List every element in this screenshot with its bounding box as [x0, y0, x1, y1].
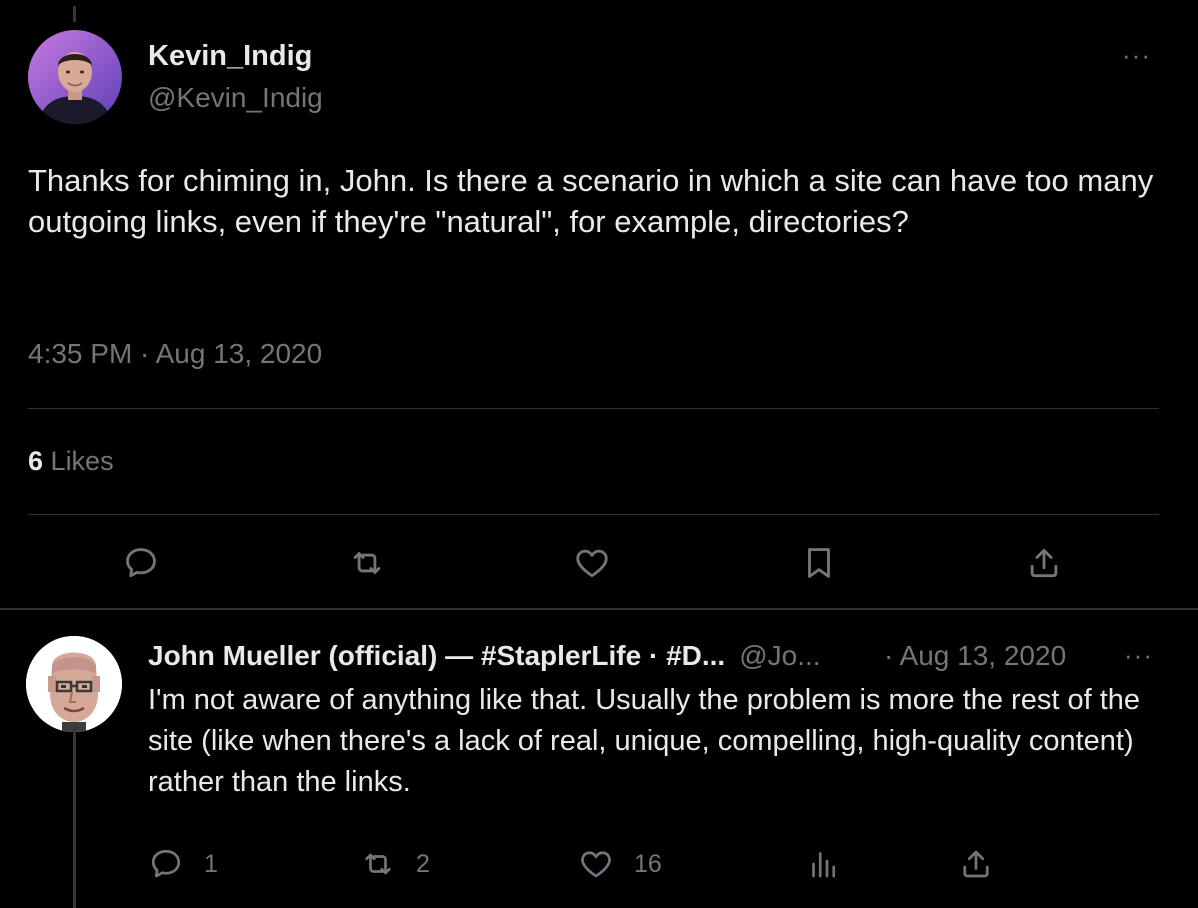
share-button[interactable] [1022, 541, 1066, 585]
reply-more-options-icon[interactable]: ··· [1124, 640, 1153, 671]
reply-retweet-button[interactable]: 2 [360, 846, 430, 882]
reply-share-button[interactable] [958, 846, 994, 882]
retweet-icon [365, 853, 391, 875]
like-count: 16 [634, 849, 662, 878]
reply-author-avatar[interactable] [26, 636, 122, 732]
author-handle[interactable]: @Kevin_Indig [148, 82, 323, 114]
author-avatar[interactable] [28, 30, 122, 124]
reply-button[interactable] [119, 541, 163, 585]
reply-icon [151, 849, 181, 878]
share-icon [963, 850, 989, 878]
author-name[interactable]: Kevin_Indig [148, 40, 312, 73]
retweet-button[interactable] [345, 541, 389, 585]
like-button[interactable] [570, 541, 614, 585]
reply-analytics-button[interactable] [806, 846, 842, 882]
reply-count: 1 [204, 849, 218, 878]
likes-count: 6 [28, 446, 44, 476]
retweet-count: 2 [416, 849, 430, 878]
reply-header: John Mueller (official) — #StaplerLife ·… [148, 640, 1066, 672]
reply-author-name[interactable]: John Mueller (official) — #StaplerLife ·… [148, 640, 725, 671]
tweet-thread: Kevin_Indig @Kevin_Indig ··· Thanks for … [0, 0, 1198, 908]
avatar-photo-kevin [28, 30, 122, 124]
reply-date[interactable]: · Aug 13, 2020 [884, 640, 1066, 672]
analytics-icon [812, 852, 836, 878]
thread-connector-top [73, 6, 76, 22]
avatar-pixel-portrait [26, 636, 122, 732]
reply-author-handle[interactable]: @Jo... [739, 640, 820, 671]
section-divider [0, 608, 1198, 610]
like-icon [576, 549, 608, 578]
thread-connector-bottom [73, 728, 76, 908]
reply-text: I'm not aware of anything like that. Usu… [148, 684, 1141, 798]
bookmark-icon [808, 548, 830, 578]
reply-icon [126, 548, 156, 578]
likes-stat[interactable]: 6 Likes [28, 446, 114, 477]
like-icon [581, 851, 611, 878]
divider [28, 514, 1159, 515]
more-options-icon[interactable]: ··· [1122, 40, 1151, 71]
reply-reply-button[interactable]: 1 [148, 846, 218, 882]
tweet-text: Thanks for chiming in, John. Is there a … [28, 163, 1154, 239]
reply-like-button[interactable]: 16 [578, 846, 662, 882]
likes-label: Likes [50, 446, 114, 476]
bookmark-button[interactable] [797, 541, 841, 585]
tweet-timestamp[interactable]: 4:35 PM · Aug 13, 2020 [28, 338, 322, 370]
retweet-icon [353, 552, 381, 574]
share-icon [1030, 548, 1058, 578]
divider [28, 408, 1159, 409]
